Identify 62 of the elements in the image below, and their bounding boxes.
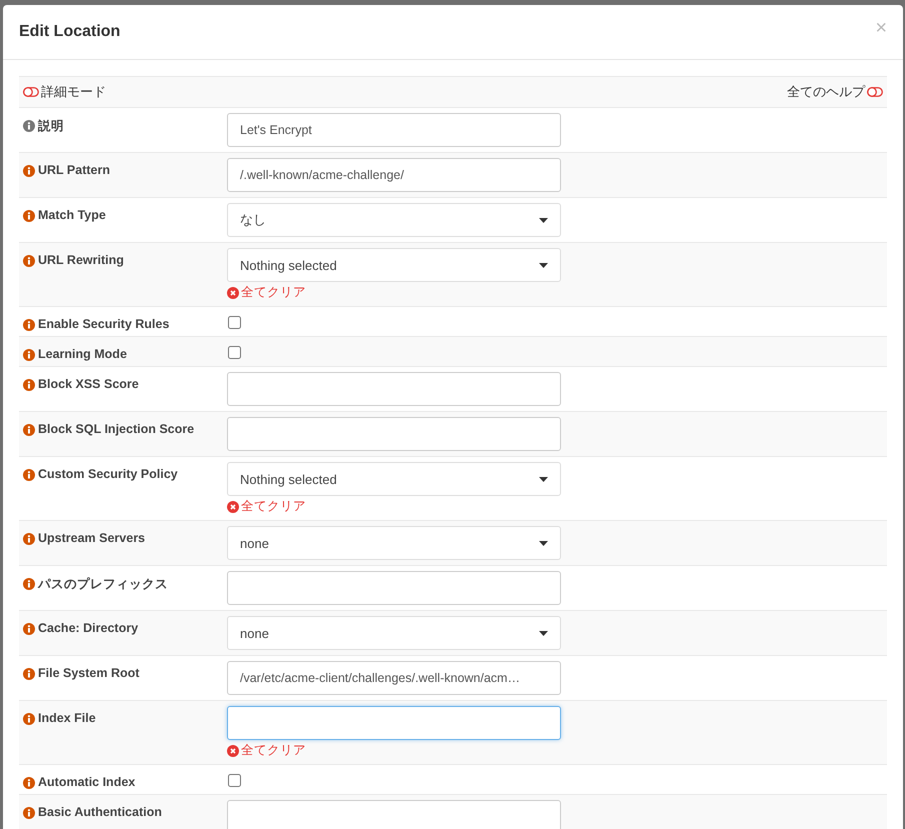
clear-icon bbox=[227, 500, 239, 512]
field-label: Block SQL Injection Score bbox=[38, 422, 194, 436]
text-field[interactable] bbox=[227, 706, 561, 740]
text-field[interactable]: /var/etc/acme-client/challenges/.well-known/acm… bbox=[227, 661, 561, 695]
info-icon[interactable] bbox=[23, 379, 35, 391]
text-field[interactable] bbox=[227, 800, 561, 829]
field-label: Cache: Directory bbox=[38, 621, 138, 635]
caret-icon bbox=[539, 262, 548, 268]
field-label: Basic Authentication bbox=[38, 805, 162, 819]
clear-all-link[interactable]: 全てクリア bbox=[227, 742, 306, 759]
field-label: Block XSS Score bbox=[38, 377, 139, 391]
info-icon[interactable] bbox=[23, 668, 35, 680]
field-label: 説明 bbox=[38, 118, 64, 135]
text-field[interactable]: /.well-known/acme-challenge/ bbox=[227, 158, 561, 192]
text-field[interactable] bbox=[227, 372, 561, 406]
checkbox[interactable] bbox=[228, 346, 241, 359]
select-dropdown[interactable]: Nothing selected bbox=[227, 248, 561, 282]
info-icon[interactable] bbox=[23, 777, 35, 789]
clear-icon bbox=[227, 744, 239, 756]
info-icon[interactable] bbox=[23, 255, 35, 267]
field-label: Enable Security Rules bbox=[38, 317, 170, 331]
caret-icon bbox=[539, 540, 548, 546]
info-icon[interactable] bbox=[23, 533, 35, 545]
info-icon[interactable] bbox=[23, 623, 35, 635]
text-field[interactable] bbox=[227, 417, 561, 451]
text-field[interactable] bbox=[227, 571, 561, 605]
info-icon[interactable] bbox=[23, 319, 35, 331]
caret-icon bbox=[539, 476, 548, 482]
select-dropdown[interactable]: Nothing selected bbox=[227, 462, 561, 496]
select-dropdown[interactable]: none bbox=[227, 526, 561, 560]
clear-icon bbox=[227, 286, 239, 298]
field-label: URL Rewriting bbox=[38, 253, 124, 267]
field-label: Index File bbox=[38, 711, 96, 725]
clear-all-link[interactable]: 全てクリア bbox=[227, 284, 306, 301]
field-label: Match Type bbox=[38, 208, 106, 222]
field-label: Learning Mode bbox=[38, 347, 127, 361]
field-label: Upstream Servers bbox=[38, 531, 146, 545]
select-dropdown[interactable]: なし bbox=[227, 203, 561, 237]
info-icon[interactable] bbox=[23, 349, 35, 361]
advanced-mode-toggle[interactable]: 詳細モード bbox=[23, 83, 106, 101]
checkbox[interactable] bbox=[228, 316, 241, 329]
info-icon[interactable] bbox=[23, 424, 35, 436]
info-icon[interactable] bbox=[23, 578, 35, 590]
info-icon[interactable] bbox=[23, 807, 35, 819]
checkbox[interactable] bbox=[228, 774, 241, 787]
dialog-title: Edit Location bbox=[19, 23, 120, 41]
field-label: Automatic Index bbox=[38, 775, 136, 789]
select-dropdown[interactable]: none bbox=[227, 616, 561, 650]
text-field[interactable]: Let's Encrypt bbox=[227, 113, 561, 147]
caret-icon bbox=[539, 218, 548, 222]
caret-icon bbox=[539, 630, 548, 636]
info-icon[interactable] bbox=[23, 120, 35, 132]
field-label: URL Pattern bbox=[38, 163, 110, 177]
field-label: File System Root bbox=[38, 666, 140, 680]
field-label: Custom Security Policy bbox=[38, 467, 178, 481]
field-label: パスのプレフィックス bbox=[38, 576, 168, 593]
help-toggle[interactable]: 全てのヘルプ bbox=[787, 83, 883, 101]
info-icon[interactable] bbox=[23, 469, 35, 481]
info-icon[interactable] bbox=[23, 210, 35, 222]
info-icon[interactable] bbox=[23, 713, 35, 725]
info-icon[interactable] bbox=[23, 165, 35, 177]
clear-all-link[interactable]: 全てクリア bbox=[227, 498, 306, 515]
